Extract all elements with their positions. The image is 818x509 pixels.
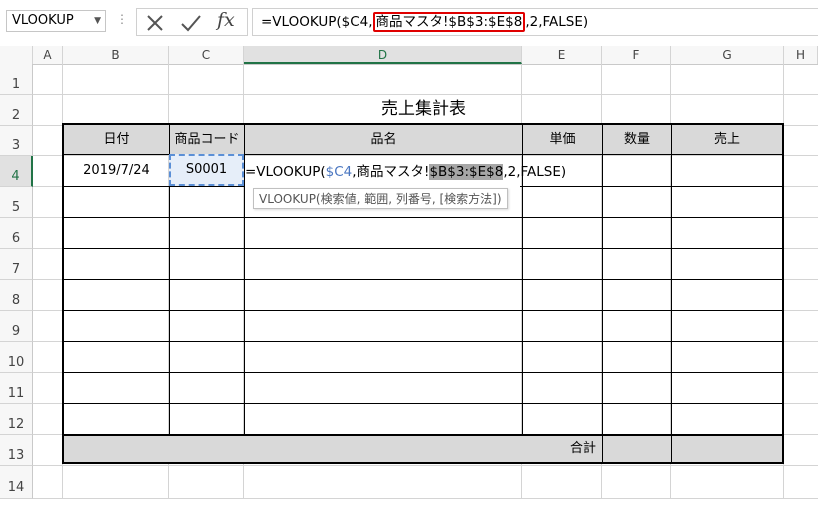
column-header-b[interactable]: B — [63, 46, 169, 64]
formula-input[interactable]: =VLOOKUP($C4, 商品マスタ!$B$3:$E$8,2,FALSE) — [252, 8, 818, 36]
row-divider — [64, 403, 782, 404]
formula-suffix: ,2,FALSE) — [525, 14, 589, 30]
row-header-7[interactable]: 7 — [0, 249, 33, 280]
cell-d4-editing[interactable]: =VLOOKUP($C4,商品マスタ!$B$3:$E$8,2,FALSE) — [245, 157, 566, 187]
total-row[interactable] — [64, 434, 782, 462]
column-header-g[interactable]: G — [671, 46, 784, 64]
row-divider — [64, 248, 782, 249]
row-header-4[interactable]: 4 — [0, 156, 33, 187]
formula-buttons: fx — [136, 8, 248, 36]
edit-ref-range: $B$3:$E$8 — [429, 164, 504, 180]
row-header-12[interactable]: 12 — [0, 404, 33, 435]
total-label[interactable]: 合計 — [504, 436, 600, 462]
row-divider — [64, 279, 782, 280]
table-divider — [671, 434, 672, 462]
header-date[interactable]: 日付 — [64, 125, 170, 155]
table-divider — [244, 155, 245, 434]
row-header-5[interactable]: 5 — [0, 187, 33, 218]
row-header-14[interactable]: 14 — [0, 466, 33, 499]
formula-prefix: =VLOOKUP($C4, — [261, 14, 373, 30]
name-box[interactable]: VLOOKUP ▼ — [6, 10, 106, 32]
column-header-c[interactable]: C — [169, 46, 244, 64]
edit-ref-c4: $C4 — [325, 164, 353, 180]
row-header-8[interactable]: 8 — [0, 280, 33, 311]
row-header-2[interactable]: 2 — [0, 95, 33, 126]
cancel-icon[interactable] — [143, 11, 167, 35]
more-icon: ⋮ — [116, 12, 128, 26]
row-header-3[interactable]: 3 — [0, 126, 33, 156]
column-headers: A B C D E F G H — [0, 46, 818, 65]
formula-highlight: 商品マスタ!$B$3:$E$8 — [372, 12, 526, 32]
header-quantity[interactable]: 数量 — [603, 125, 672, 155]
cell-b4-date[interactable]: 2019/7/24 — [64, 156, 169, 186]
product-code-value: S0001 — [185, 162, 228, 177]
insert-function-icon[interactable]: fx — [217, 9, 235, 31]
edit-suffix: ,2,FALSE) — [503, 164, 567, 180]
column-header-f[interactable]: F — [602, 46, 671, 64]
row-divider — [64, 372, 782, 373]
name-box-value: VLOOKUP — [12, 13, 74, 28]
table-divider — [602, 155, 603, 462]
function-tooltip[interactable]: VLOOKUP(検索値, 範囲, 列番号, [検索方法]) — [253, 188, 508, 209]
check-icon[interactable] — [179, 11, 203, 35]
row-divider — [64, 310, 782, 311]
row-header-6[interactable]: 6 — [0, 218, 33, 249]
select-all-corner[interactable] — [0, 46, 33, 64]
gridline — [33, 465, 818, 466]
header-product-name[interactable]: 品名 — [245, 125, 523, 155]
edit-mid: ,商品マスタ! — [352, 164, 430, 180]
cell-c4-code[interactable]: S0001 — [169, 154, 244, 186]
column-header-e[interactable]: E — [522, 46, 602, 64]
formula-bar: VLOOKUP ▼ ⋮ fx =VLOOKUP($C4, 商品マスタ!$B$3:$… — [0, 0, 818, 46]
table-divider — [602, 434, 603, 462]
column-header-h[interactable]: H — [784, 46, 818, 64]
chevron-down-icon[interactable]: ▼ — [94, 11, 101, 31]
row-header-9[interactable]: 9 — [0, 311, 33, 342]
table-divider — [671, 155, 672, 462]
column-header-d[interactable]: D — [244, 46, 522, 64]
header-product-code[interactable]: 商品コード — [170, 125, 245, 155]
table-divider — [522, 155, 523, 434]
header-sales[interactable]: 売上 — [672, 125, 782, 155]
sheet-title[interactable]: 売上集計表 — [63, 94, 784, 119]
column-header-a[interactable]: A — [33, 46, 63, 64]
spreadsheet-grid[interactable]: A B C D E F G H 1 2 3 4 5 6 7 8 9 10 11 12 13 14 売上集計… — [0, 46, 818, 499]
table-divider — [169, 155, 170, 434]
row-divider — [64, 217, 782, 218]
header-unit-price[interactable]: 単価 — [523, 125, 603, 155]
row-divider — [64, 341, 782, 342]
row-header-11[interactable]: 11 — [0, 373, 33, 404]
row-header-10[interactable]: 10 — [0, 342, 33, 373]
row-header-13[interactable]: 13 — [0, 435, 33, 466]
row-header-1[interactable]: 1 — [0, 64, 33, 95]
edit-prefix: =VLOOKUP( — [245, 164, 326, 180]
